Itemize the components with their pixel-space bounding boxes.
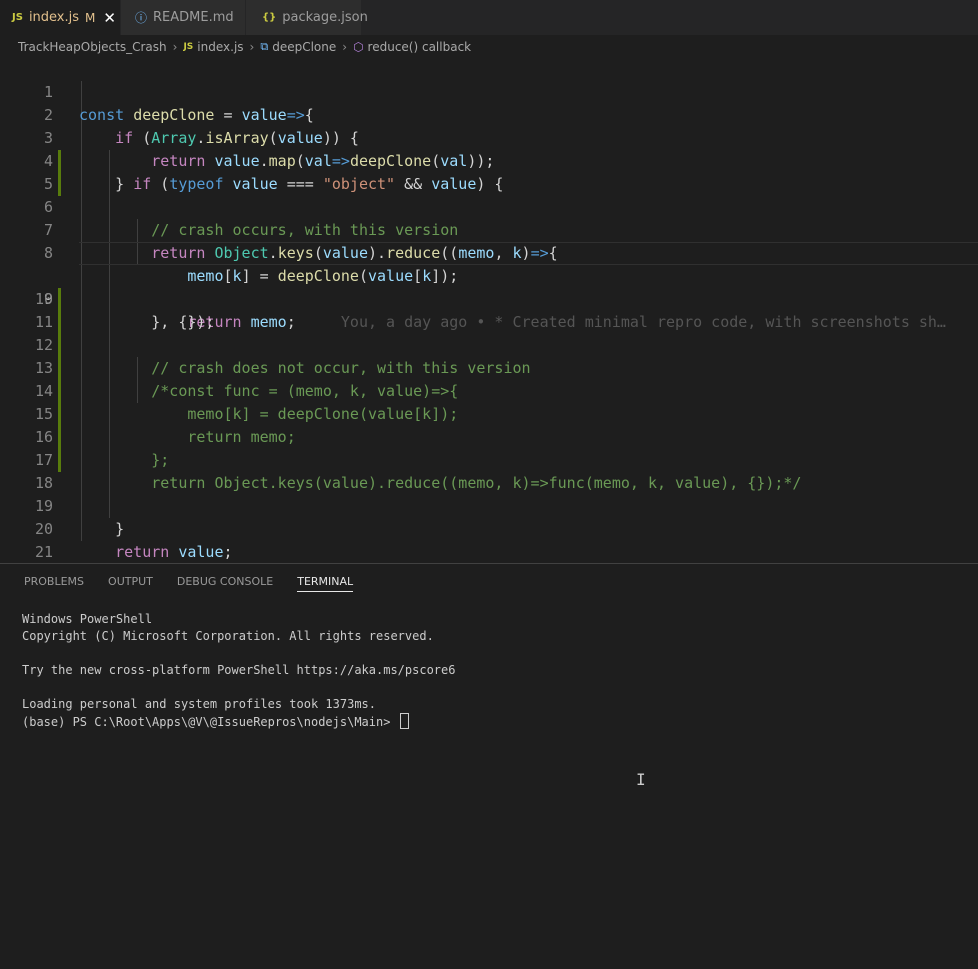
tab-problems[interactable]: PROBLEMS (24, 574, 84, 598)
terminal-cursor (399, 713, 409, 729)
modified-badge: M (85, 10, 96, 25)
code-line: 1 const deepClone = value=>{ (0, 58, 978, 124)
variable-symbol-icon: ⧉ (260, 40, 269, 53)
code-line: 15 return memo; (0, 380, 978, 446)
close-icon[interactable]: ✕ (103, 9, 116, 27)
code-line: 18 (0, 449, 978, 492)
breadcrumb-folder[interactable]: TrackHeapObjects_Crash (18, 40, 167, 54)
tab-debug-console[interactable]: DEBUG CONSOLE (177, 574, 273, 598)
bottom-panel: PROBLEMS OUTPUT DEBUG CONSOLE TERMINAL W… (0, 563, 978, 969)
breadcrumb-symbol[interactable]: deepClone (272, 40, 336, 54)
tab-label: README.md (153, 10, 234, 25)
terminal-line: Windows PowerShell (22, 612, 153, 626)
tab-readme-md[interactable]: ⓘ README.md (121, 0, 246, 35)
code-line: 11 (0, 288, 978, 331)
breadcrumb-file[interactable]: index.js (197, 40, 243, 54)
code-line: 22 (0, 541, 978, 563)
code-line: 16 }; (0, 403, 978, 469)
terminal-line: Try the new cross-platform PowerShell ht… (22, 663, 456, 677)
code-line: 6 // crash occurs, with this version (0, 173, 978, 239)
code-line: 14 memo[k] = deepClone(value[k]); (0, 357, 978, 423)
code-line: 21 }; (0, 518, 978, 561)
editor-tab-bar: JS index.js M ✕ ⓘ README.md {} package.j… (0, 0, 978, 35)
terminal-line: Copyright (C) Microsoft Corporation. All… (22, 629, 434, 643)
code-line: 17 return Object.keys(value).reduce((mem… (0, 426, 978, 492)
code-line: 7 return Object.keys(value).reduce((memo… (0, 196, 978, 262)
breadcrumb-callback[interactable]: reduce() callback (368, 40, 472, 54)
tab-terminal[interactable]: TERMINAL (297, 574, 354, 592)
code-line: 8 memo[k] = deepClone(value[k]); (0, 219, 978, 285)
breadcrumb: TrackHeapObjects_Crash › JS index.js › ⧉… (18, 37, 471, 57)
terminal-output[interactable]: Windows PowerShell Copyright (C) Microso… (22, 611, 455, 730)
code-line: 10 }, {}); (0, 265, 978, 331)
current-line-highlight (79, 242, 978, 265)
javascript-file-icon: JS (183, 42, 194, 52)
panel-tabs: PROBLEMS OUTPUT DEBUG CONSOLE TERMINAL (24, 574, 377, 598)
javascript-file-icon: JS (12, 12, 23, 23)
chevron-right-icon: › (172, 40, 178, 54)
info-icon: ⓘ (135, 11, 148, 25)
code-line: 12 // crash does not occur, with this ve… (0, 311, 978, 377)
tab-label: index.js (28, 10, 80, 25)
code-editor[interactable]: 1 const deepClone = value=>{ 2 if (Array… (0, 58, 978, 563)
tab-label: package.json (282, 10, 368, 25)
terminal-line: Loading personal and system profiles too… (22, 697, 377, 711)
chevron-right-icon: › (342, 40, 348, 54)
code-line: 5 (0, 150, 978, 193)
code-line: 3 return value.map(val=>deepClone(val)); (0, 104, 978, 170)
method-cube-icon: ⬡ (353, 40, 364, 54)
code-line: 19 } (0, 472, 978, 538)
code-line-current: 9 return memo; You, a day ago • * Create… (0, 242, 978, 331)
json-file-icon: {} (262, 12, 277, 23)
tab-index-js[interactable]: JS index.js M ✕ (0, 0, 121, 35)
code-line: 2 if (Array.isArray(value)) { (0, 81, 978, 147)
tab-package-json[interactable]: {} package.json (246, 0, 368, 35)
terminal-prompt-line[interactable]: (base) PS C:\Root\Apps\@V\@IssueRepros\n… (22, 713, 455, 730)
text-cursor-icon: I (636, 770, 646, 789)
code-line: 13 /*const func = (memo, k, value)=>{ (0, 334, 978, 400)
tab-output[interactable]: OUTPUT (108, 574, 153, 598)
code-line: 4 } if (typeof value === "object" && val… (0, 127, 978, 193)
terminal-prompt: (base) PS C:\Root\Apps\@V\@IssueRepros\n… (22, 715, 398, 729)
code-line: 20 return value; (0, 495, 978, 561)
chevron-right-icon: › (249, 40, 255, 54)
